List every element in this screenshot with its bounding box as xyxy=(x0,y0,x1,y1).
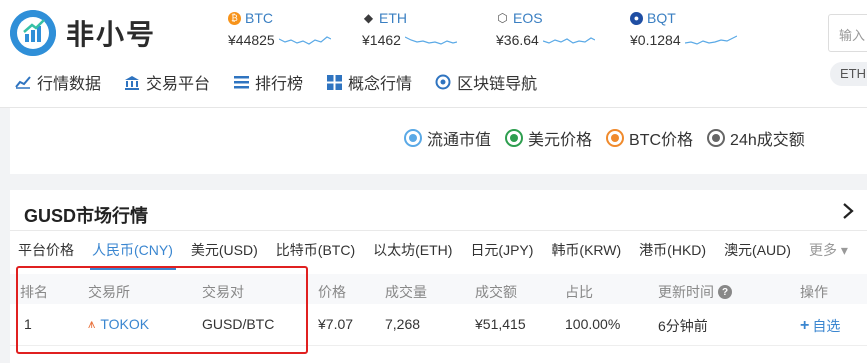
ticker-btc[interactable]: ₿ BTC ¥44825 xyxy=(228,10,360,48)
ticker-price: ¥1462 xyxy=(362,32,401,48)
col-price[interactable]: 价格 xyxy=(318,282,346,302)
grid-icon xyxy=(325,73,343,91)
legend-market-cap[interactable]: 流通市值 xyxy=(404,126,491,150)
legend-label: 24h成交额 xyxy=(730,132,805,149)
sparkline xyxy=(684,35,737,45)
ticker-eos[interactable]: ⬡ EOS ¥36.64 xyxy=(496,10,628,48)
col-action: 操作 xyxy=(800,284,828,300)
bitcoin-icon: ₿ xyxy=(228,11,241,25)
compass-icon xyxy=(434,73,452,91)
tab-aud[interactable]: 澳元(AUD) xyxy=(724,240,791,260)
ticker-symbol: BTC xyxy=(245,10,273,26)
tab-more-label: 更多 xyxy=(808,242,837,258)
bqt-icon: ● xyxy=(630,11,643,25)
legend-usd-price[interactable]: 美元价格 xyxy=(505,126,592,150)
col-updated: 更新时间? xyxy=(658,282,732,302)
legend-btc-price[interactable]: BTC价格 xyxy=(606,126,693,150)
add-watchlist-button[interactable]: + 自选 xyxy=(800,316,840,336)
eth-chip[interactable]: ETH xyxy=(830,62,867,86)
logo-icon xyxy=(10,10,56,56)
tab-jpy[interactable]: 日元(JPY) xyxy=(470,240,533,260)
sparkline xyxy=(404,36,457,45)
ticker-symbol: BQT xyxy=(647,10,676,26)
bank-icon xyxy=(123,73,141,91)
divider xyxy=(10,230,867,231)
sparkline xyxy=(278,36,331,45)
tab-hkd[interactable]: 港币(HKD) xyxy=(639,240,706,260)
legend-label: BTC价格 xyxy=(629,132,694,149)
radio-icon xyxy=(404,129,422,147)
nav-item-concepts[interactable]: 概念行情 xyxy=(325,70,412,94)
ticker-price: ¥44825 xyxy=(228,32,275,48)
tab-platform-price[interactable]: 平台价格 xyxy=(18,240,74,260)
cell-amount: ¥51,415 xyxy=(475,316,526,332)
nav-label: 行情数据 xyxy=(37,76,102,93)
tab-btc[interactable]: 比特币(BTC) xyxy=(276,240,355,260)
tab-usd[interactable]: 美元(USD) xyxy=(191,240,258,260)
ticker-bqt[interactable]: ● BQT ¥0.1284 xyxy=(630,10,762,48)
ticker-symbol: ETH xyxy=(379,10,407,26)
legend-label: 流通市值 xyxy=(427,132,492,149)
col-updated-label: 更新时间 xyxy=(658,284,714,300)
nav-label: 排行榜 xyxy=(255,76,304,93)
radio-icon xyxy=(505,129,524,147)
action-label: 自选 xyxy=(812,318,841,334)
search-input[interactable]: 输入 xyxy=(828,14,867,52)
legend-label: 美元价格 xyxy=(528,132,593,149)
ticker-symbol: EOS xyxy=(513,10,543,26)
site-logo[interactable]: 非小号 xyxy=(10,10,156,56)
sparkline xyxy=(542,37,595,44)
list-icon xyxy=(232,73,250,91)
cell-updated: 6分钟前 xyxy=(658,318,708,334)
nav-label: 区块链导航 xyxy=(457,76,538,93)
cell-price: ¥7.07 xyxy=(318,316,354,332)
nav-item-market-data[interactable]: 行情数据 xyxy=(14,70,101,94)
tab-eth[interactable]: 以太坊(ETH) xyxy=(373,240,452,260)
plus-icon: + xyxy=(800,317,810,334)
main-nav: 行情数据 交易平台 排行榜 概念行情 区块链导航 xyxy=(14,70,559,94)
nav-label: 概念行情 xyxy=(348,76,413,93)
market-title: GUSD市场行情 xyxy=(24,206,149,226)
col-volume[interactable]: 成交量 xyxy=(385,282,427,302)
ticker-price: ¥0.1284 xyxy=(630,32,681,48)
caret-down-icon: ▾ xyxy=(836,242,848,258)
nav-label: 交易平台 xyxy=(146,76,211,93)
logo-text: 非小号 xyxy=(66,18,157,51)
cell-share: 100.00% xyxy=(565,316,621,332)
ticker-price: ¥36.64 xyxy=(496,32,539,48)
tab-cny[interactable]: 人民币(CNY) xyxy=(92,240,173,260)
ethereum-icon: ◆ xyxy=(362,11,375,25)
top-header: 非小号 ₿ BTC ¥44825 ◆ ETH ¥1462 ⬡ EOS ¥36.6… xyxy=(0,0,867,108)
eos-icon: ⬡ xyxy=(496,11,509,25)
radio-icon xyxy=(606,129,625,147)
ticker-eth[interactable]: ◆ ETH ¥1462 xyxy=(362,10,494,48)
radio-icon xyxy=(707,129,726,147)
nav-item-rankings[interactable]: 排行榜 xyxy=(232,70,303,94)
chart-legend: 流通市值 美元价格 BTC价格 24h成交额 xyxy=(404,126,819,150)
help-icon[interactable]: ? xyxy=(718,285,732,299)
chart-legend-card: 流通市值 美元价格 BTC价格 24h成交额 xyxy=(10,108,867,174)
currency-tabs: 平台价格 人民币(CNY) 美元(USD) 比特币(BTC) 以太坊(ETH) … xyxy=(18,240,866,260)
nav-item-exchanges[interactable]: 交易平台 xyxy=(123,70,210,94)
nav-item-blockchain-nav[interactable]: 区块链导航 xyxy=(434,70,537,94)
ticker-bar: ₿ BTC ¥44825 ◆ ETH ¥1462 ⬡ EOS ¥36.64 ● … xyxy=(228,10,764,48)
legend-24h-volume[interactable]: 24h成交额 xyxy=(707,126,805,150)
col-share[interactable]: 占比 xyxy=(565,282,593,302)
tab-more[interactable]: 更多 ▾ xyxy=(809,240,848,260)
col-amount[interactable]: 成交额 xyxy=(475,282,517,302)
cell-volume: 7,268 xyxy=(385,316,421,332)
chevron-right-icon[interactable] xyxy=(842,202,854,226)
highlight-box xyxy=(16,266,308,354)
chart-line-icon xyxy=(14,73,32,91)
tab-krw[interactable]: 韩币(KRW) xyxy=(551,240,621,260)
